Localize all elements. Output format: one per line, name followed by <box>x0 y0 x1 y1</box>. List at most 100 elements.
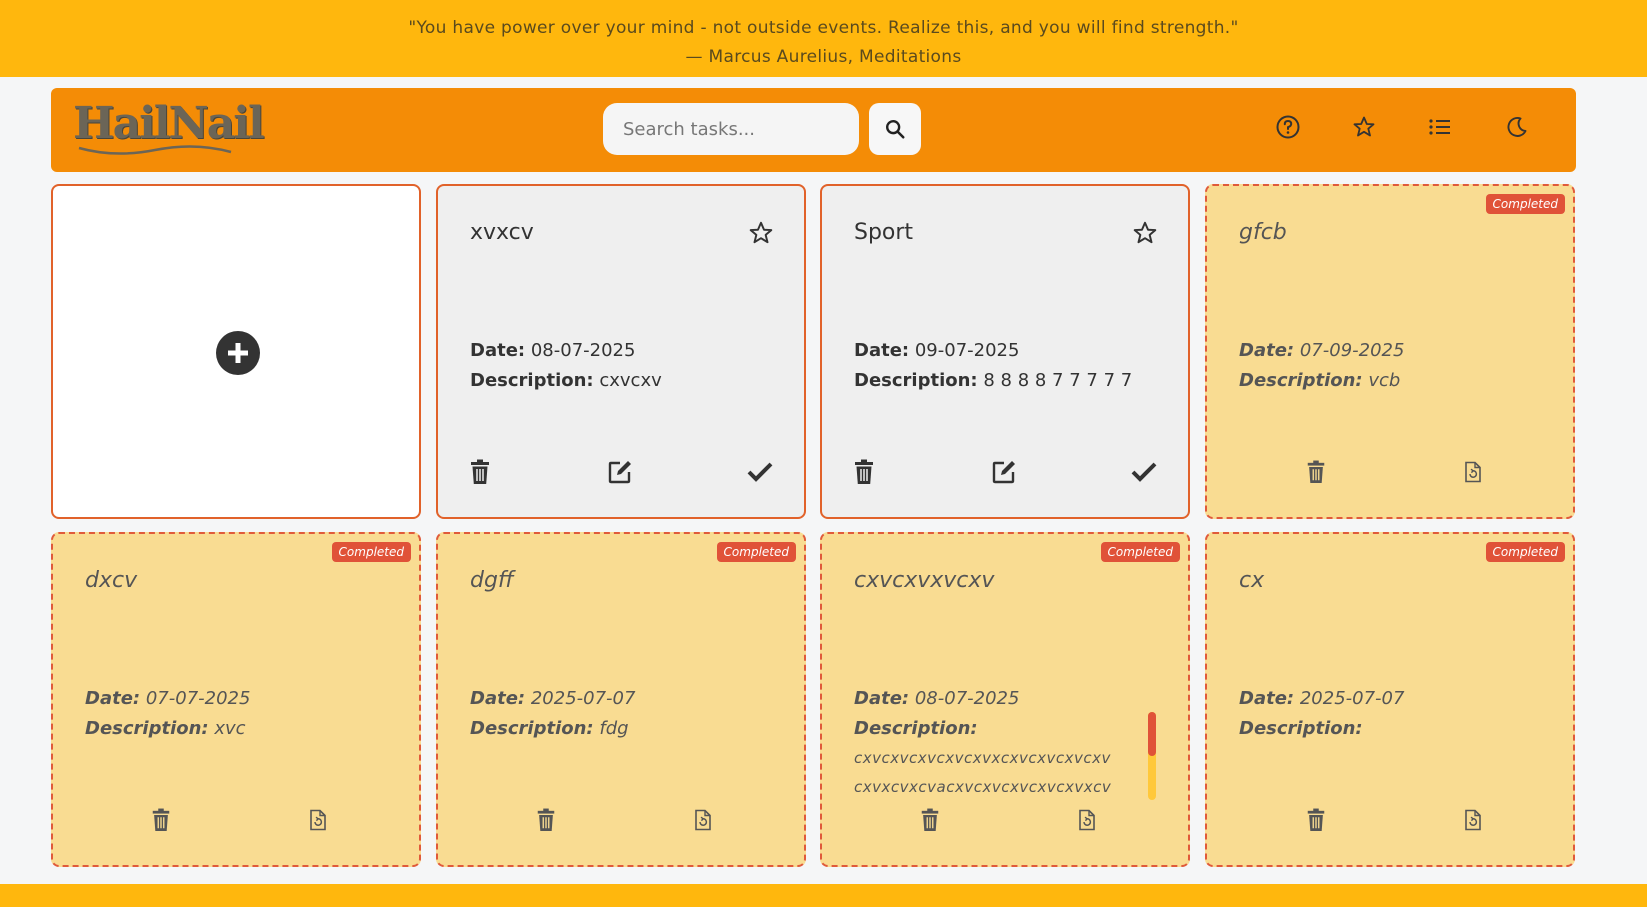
moon-icon <box>1507 117 1527 137</box>
completed-task-card: Completed gfcb Date: 07-09-2025 Descript… <box>1205 184 1575 519</box>
logo-swash <box>78 145 232 155</box>
completed-task-card: Completed cx Date: 2025-07-07 Descriptio… <box>1205 532 1575 867</box>
date-label: Date: <box>470 340 526 361</box>
description-label: Description: <box>85 718 209 739</box>
date-label: Date: <box>1239 340 1295 361</box>
star-icon <box>1353 116 1375 137</box>
description-label: Description: <box>1239 370 1363 391</box>
completed-task-card: Completed cxvcxvxvcxv Date: 08-07-2025 D… <box>820 532 1190 867</box>
description-label: Description: <box>1239 718 1363 739</box>
date-label: Date: <box>854 688 910 709</box>
trash-icon <box>152 808 170 831</box>
task-description: xvc <box>214 718 246 739</box>
restore-button[interactable] <box>304 806 332 834</box>
task-title: cx <box>1239 568 1265 593</box>
delete-button[interactable] <box>1302 458 1330 486</box>
date-label: Date: <box>85 688 141 709</box>
task-title: dgff <box>470 568 514 593</box>
task-meta: Date: 2025-07-07 Description: fdg <box>470 684 635 744</box>
dark-mode-toggle[interactable] <box>1502 112 1532 142</box>
task-description: vcb <box>1368 370 1401 391</box>
restore-file-icon <box>1465 809 1481 831</box>
task-description: 8 8 8 8 7 7 7 7 7 <box>983 370 1133 391</box>
task-date: 2025-07-07 <box>1299 688 1405 709</box>
favorites-button[interactable] <box>1349 112 1379 142</box>
task-meta: Date: 09-07-2025 Description: 8 8 8 8 7 … <box>854 336 1132 396</box>
task-description-line: cxvcxvcxvcxvcxvxcxvcxvcxvcxv <box>854 749 1111 767</box>
quote-banner: "You have power over your mind - not out… <box>0 0 1647 77</box>
completed-task-card: Completed dxcv Date: 07-07-2025 Descript… <box>51 532 421 867</box>
task-meta: Date: 08-07-2025 Description: cxvcxv <box>470 336 662 396</box>
list-icon <box>1429 119 1450 135</box>
delete-button[interactable] <box>916 806 944 834</box>
task-title: dxcv <box>85 568 138 593</box>
task-date: 09-07-2025 <box>914 340 1020 361</box>
task-title: gfcb <box>1239 220 1287 245</box>
edit-icon <box>992 461 1015 484</box>
check-icon <box>1131 462 1157 482</box>
task-date: 07-09-2025 <box>1299 340 1405 361</box>
restore-button[interactable] <box>689 806 717 834</box>
completed-badge: Completed <box>1485 542 1565 562</box>
date-label: Date: <box>1239 688 1295 709</box>
favorite-star-icon[interactable] <box>748 220 774 250</box>
quote-text: "You have power over your mind - not out… <box>408 18 1239 38</box>
restore-file-icon <box>310 809 326 831</box>
check-icon <box>747 462 773 482</box>
description-label: Description: <box>470 370 594 391</box>
task-date: 2025-07-07 <box>530 688 636 709</box>
help-button[interactable] <box>1273 112 1303 142</box>
description-scrollbar-thumb[interactable] <box>1148 712 1156 756</box>
complete-button[interactable] <box>1130 458 1158 486</box>
completed-badge: Completed <box>1100 542 1180 562</box>
restore-file-icon <box>1465 461 1481 483</box>
task-date: 08-07-2025 <box>530 340 636 361</box>
app-header: HailNail <box>51 88 1576 172</box>
date-label: Date: <box>470 688 526 709</box>
date-label: Date: <box>854 340 910 361</box>
completed-task-card: Completed dgff Date: 2025-07-07 Descript… <box>436 532 806 867</box>
restore-button[interactable] <box>1459 458 1487 486</box>
delete-button[interactable] <box>466 458 494 486</box>
trash-icon <box>1307 460 1325 483</box>
task-description: cxvcxv <box>599 370 662 391</box>
task-description: fdg <box>599 718 629 739</box>
favorite-star-icon[interactable] <box>1132 220 1158 250</box>
description-label: Description: <box>854 718 978 739</box>
delete-button[interactable] <box>147 806 175 834</box>
edit-button[interactable] <box>990 458 1018 486</box>
plus-icon[interactable] <box>216 331 260 375</box>
task-date: 07-07-2025 <box>145 688 251 709</box>
list-view-button[interactable] <box>1425 112 1455 142</box>
task-date: 08-07-2025 <box>914 688 1020 709</box>
task-title: cxvcxvxvcxv <box>854 568 995 593</box>
help-icon <box>1276 115 1300 139</box>
completed-badge: Completed <box>331 542 411 562</box>
description-label: Description: <box>854 370 978 391</box>
edit-button[interactable] <box>606 458 634 486</box>
restore-button[interactable] <box>1459 806 1487 834</box>
restore-button[interactable] <box>1073 806 1101 834</box>
task-meta: Date: 07-07-2025 Description: xvc <box>85 684 250 744</box>
task-meta: Date: 07-09-2025 Description: vcb <box>1239 336 1404 396</box>
restore-file-icon <box>695 809 711 831</box>
app-logo[interactable]: HailNail <box>73 98 265 149</box>
trash-icon <box>537 808 555 831</box>
restore-file-icon <box>1079 809 1095 831</box>
search-button[interactable] <box>869 103 921 155</box>
add-task-card[interactable] <box>51 184 421 519</box>
delete-button[interactable] <box>850 458 878 486</box>
task-title: xvxcv <box>470 220 534 245</box>
task-title: Sport <box>854 220 914 245</box>
task-meta: Date: 08-07-2025 Description: cxvcxvcxvc… <box>854 684 1111 802</box>
search-input[interactable] <box>603 103 859 155</box>
task-description-line: cxvxcvxcvacxvcxvcxvcxvcxvxcv <box>854 778 1112 796</box>
description-label: Description: <box>470 718 594 739</box>
delete-button[interactable] <box>532 806 560 834</box>
footer-bar <box>0 884 1647 907</box>
trash-icon <box>855 459 873 484</box>
edit-icon <box>608 461 631 484</box>
complete-button[interactable] <box>746 458 774 486</box>
delete-button[interactable] <box>1302 806 1330 834</box>
completed-badge: Completed <box>716 542 796 562</box>
